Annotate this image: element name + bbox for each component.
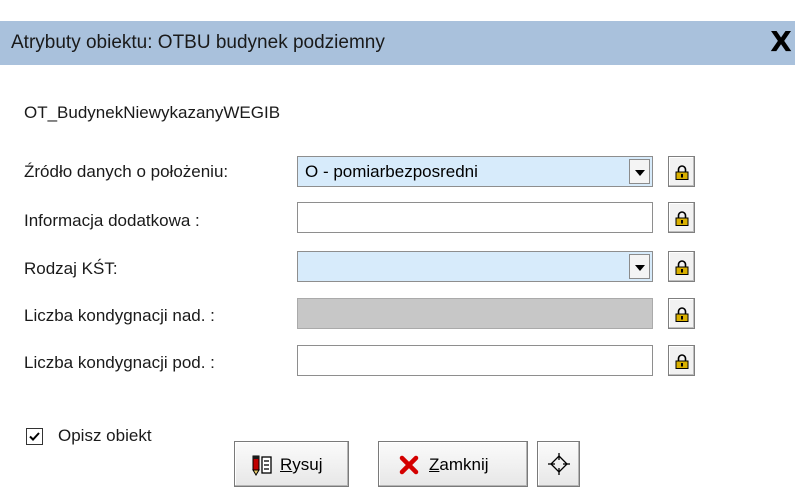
draw-icon — [252, 455, 272, 476]
additional-info-label: Informacja dodatkowa : — [24, 211, 200, 230]
floors-below-lock-button[interactable] — [668, 345, 695, 376]
lock-icon — [675, 165, 689, 180]
lock-icon — [675, 211, 689, 226]
draw-button[interactable]: Rysuj — [234, 441, 349, 487]
source-lock-button[interactable] — [668, 156, 695, 187]
additional-info-lock-button[interactable] — [668, 202, 695, 233]
describe-object-label[interactable]: Opisz obiekt — [58, 426, 152, 446]
floors-below-label: Liczba kondygnacji pod. : — [24, 353, 215, 372]
draw-button-label: Rysuj — [280, 455, 323, 474]
object-class-name: OT_BudynekNiewykazanyWEGIB — [24, 103, 281, 122]
title-bar: Atrybuty obiektu: OTBU budynek podziemny… — [0, 21, 795, 65]
lock-icon — [675, 260, 689, 275]
describe-object-checkbox[interactable] — [26, 428, 43, 445]
close-button[interactable]: Zamknij — [378, 441, 528, 487]
floors-below-input[interactable] — [297, 345, 653, 376]
crosshair-icon — [548, 453, 570, 475]
floors-above-label: Liczba kondygnacji nad. : — [24, 306, 215, 325]
lock-icon — [675, 354, 689, 369]
kst-type-combo[interactable] — [297, 251, 653, 282]
source-combo-value: O - pomiarbezposredni — [305, 162, 478, 181]
window-title: Atrybuty obiektu: OTBU budynek podziemny — [11, 32, 385, 53]
source-label: Źródło danych o położeniu: — [24, 162, 229, 181]
additional-info-input[interactable] — [297, 202, 653, 233]
locate-button[interactable] — [537, 441, 580, 487]
close-button-label: Zamknij — [429, 455, 489, 474]
chevron-down-icon[interactable] — [629, 159, 650, 184]
kst-type-lock-button[interactable] — [668, 251, 695, 282]
close-window-button[interactable]: X — [767, 28, 795, 58]
red-x-icon — [399, 455, 419, 475]
lock-icon — [675, 307, 689, 322]
chevron-down-icon[interactable] — [629, 254, 650, 279]
floors-above-lock-button[interactable] — [668, 298, 695, 329]
kst-type-label: Rodzaj KŚT: — [24, 259, 118, 278]
checkmark-icon — [29, 432, 40, 441]
floors-above-input — [297, 298, 653, 329]
source-combo[interactable]: O - pomiarbezposredni — [297, 156, 653, 187]
